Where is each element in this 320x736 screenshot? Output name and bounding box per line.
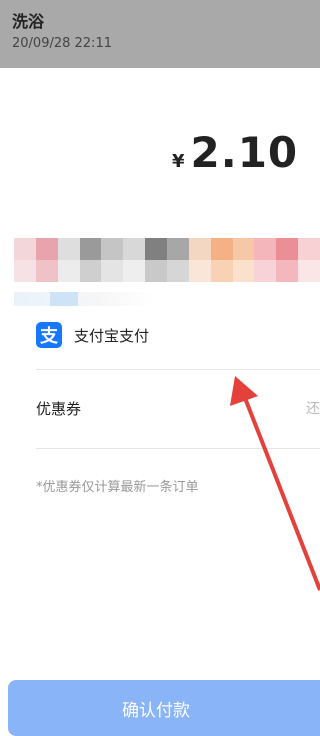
service-title: 洗浴 [12, 12, 45, 31]
payment-amount: ¥ 2.10 [172, 128, 298, 177]
alipay-method[interactable]: 支 支付宝支付 [0, 307, 320, 363]
divider [36, 448, 320, 449]
pixelated-info-block [14, 238, 320, 282]
currency-symbol: ¥ [172, 151, 185, 172]
coupon-value: 还 [306, 401, 320, 417]
alipay-label: 支付宝支付 [74, 326, 150, 345]
top-header: 洗浴 20/09/28 22:11 [0, 0, 320, 68]
coupon-note: *优惠券仅计算最新一条订单 [36, 480, 199, 495]
alipay-icon: 支 [36, 322, 62, 348]
coupon-row[interactable]: 优惠券 还 [0, 380, 320, 436]
amount-value: 2.10 [190, 128, 299, 177]
red-arrow-annotation [230, 376, 320, 591]
pixelated-strip [14, 292, 154, 306]
confirm-payment-button[interactable]: 确认付款 [8, 680, 320, 736]
order-time: 20/09/28 22:11 [12, 36, 112, 51]
coupon-label: 优惠券 [36, 399, 82, 418]
divider [36, 369, 320, 370]
